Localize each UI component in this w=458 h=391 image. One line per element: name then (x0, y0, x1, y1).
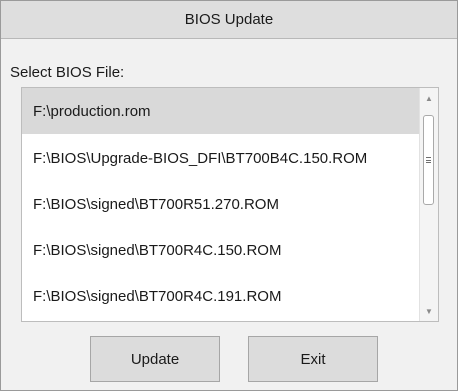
list-item[interactable]: F:\BIOS\signed\BT700R4C.150.ROM (22, 227, 434, 273)
update-button[interactable]: Update (90, 336, 220, 382)
scroll-down-icon[interactable]: ▼ (420, 303, 438, 319)
list-item[interactable]: F:\BIOS\Upgrade-BIOS_DFI\BT700B4C.150.RO… (22, 135, 434, 181)
list-item[interactable]: F:\BIOS\signed\BT700R4C.191.ROM (22, 273, 434, 319)
scroll-thumb[interactable] (423, 115, 434, 205)
select-bios-file-label: Select BIOS File: (10, 64, 125, 81)
window-title: BIOS Update (1, 1, 457, 39)
list-item[interactable]: F:\production.rom (22, 88, 434, 134)
bios-file-listbox[interactable]: F:\production.rom F:\BIOS\Upgrade-BIOS_D… (21, 87, 439, 322)
exit-button[interactable]: Exit (248, 336, 378, 382)
list-item[interactable]: F:\BIOS\signed\BT700R51.270.ROM (22, 181, 434, 227)
vertical-scrollbar[interactable]: ▲ ▼ (419, 88, 438, 321)
bios-update-dialog: BIOS Update Select BIOS File: F:\product… (0, 0, 458, 391)
scroll-up-icon[interactable]: ▲ (420, 90, 438, 106)
grip-lines-icon (426, 157, 431, 163)
